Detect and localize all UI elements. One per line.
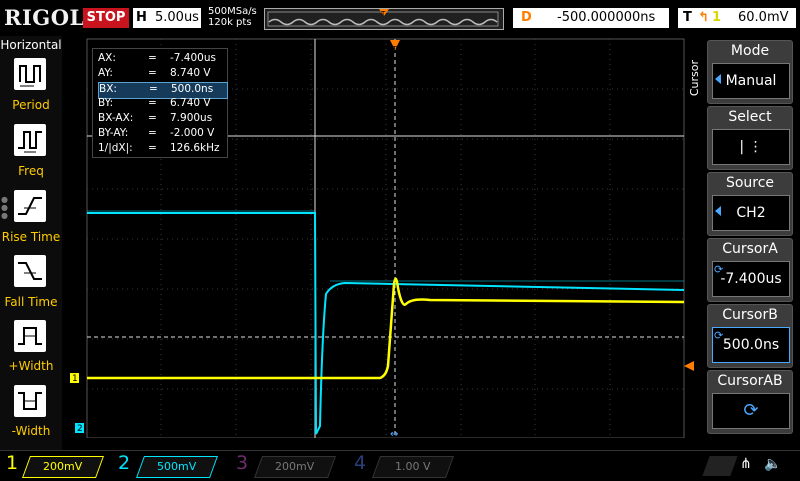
mode-button[interactable]: Mode Manual — [707, 40, 793, 104]
run-status-badge[interactable]: STOP — [83, 8, 129, 28]
cursor-a-title: CursorA — [722, 241, 778, 257]
readout-row-by-ay: BY-AY: = -2.000 V — [98, 127, 215, 139]
delay-value: -500.000000ns — [557, 10, 656, 25]
brand-logo: RIGOL — [4, 5, 85, 30]
cursor-ab-title: CursorAB — [717, 373, 783, 389]
ch4-scale: 1.00 V — [395, 460, 431, 473]
mode-title: Mode — [730, 43, 770, 59]
negative-width-label: -Width — [11, 424, 51, 438]
speaker-mute-icon: 🔈 — [764, 456, 782, 472]
readout-row-inverse-dx: 1/|dX|: = 126.6kHz — [98, 142, 220, 154]
ch4-number[interactable]: 4 — [354, 452, 366, 474]
cursor-b-button[interactable]: CursorB 500.0ns ⟳ — [707, 304, 793, 368]
timebase-label: H — [136, 10, 147, 25]
trigger-marker-label: T — [380, 10, 386, 18]
cursor-a-value: -7.400us — [712, 261, 790, 297]
source-value: CH2 — [712, 195, 790, 231]
period-button[interactable] — [14, 58, 46, 90]
ch3-scale: 200mV — [275, 460, 315, 473]
negative-width-icon — [18, 392, 42, 410]
mode-value: Manual — [712, 63, 790, 99]
positive-width-label: +Width — [8, 359, 54, 373]
readout-row-ay: AY: = 8.740 V — [98, 67, 211, 79]
period-icon — [19, 65, 41, 87]
trigger-level: 60.0mV — [738, 10, 789, 25]
select-title: Select — [728, 109, 772, 125]
delay-box[interactable]: D -500.000000ns — [513, 8, 669, 28]
usb-icon: ⋔ — [740, 456, 752, 472]
ch1-scale-box[interactable]: 200mV — [21, 456, 105, 478]
ch2-number[interactable]: 2 — [118, 452, 130, 474]
memory-depth: 120k pts — [208, 17, 252, 28]
ch3-scale-box[interactable]: 200mV — [253, 456, 337, 478]
rise-time-icon — [18, 197, 42, 215]
positive-width-icon — [18, 327, 42, 345]
cursor-ab-value: ⟳ — [712, 393, 790, 429]
fall-time-label: Fall Time — [4, 295, 58, 309]
readout-row-ax: AX: = -7.400us — [98, 52, 216, 64]
period-label: Period — [12, 98, 50, 112]
fall-time-icon — [18, 262, 42, 280]
ch1-marker-label: 1 — [72, 374, 78, 384]
ch2-scale-box[interactable]: 500mV — [135, 456, 219, 478]
ch2-scale: 500mV — [157, 460, 197, 473]
knob-icon: ⟳ — [743, 400, 759, 421]
knob-icon: ⟳ — [714, 263, 724, 276]
freq-button[interactable] — [14, 124, 46, 156]
freq-icon — [18, 131, 42, 153]
fall-time-button[interactable] — [14, 255, 46, 287]
cursor-ab-button[interactable]: CursorAB ⟳ — [707, 370, 793, 434]
cursor-b-value: 500.0ns — [712, 327, 790, 363]
rise-time-button[interactable] — [14, 190, 46, 222]
trigger-source: 1 — [712, 10, 722, 25]
knob-icon: ⟳ — [714, 329, 724, 342]
timebase-value: 5.00us — [155, 10, 199, 25]
rise-time-label: Rise Time — [1, 230, 61, 244]
timebase-box[interactable]: H 5.00us — [133, 8, 201, 28]
negative-width-button[interactable] — [14, 385, 46, 417]
cursor-a-button[interactable]: CursorA -7.400us ⟳ — [707, 238, 793, 302]
cursor-readout-panel: AX: = -7.400us AY: = 8.740 V BX: = 500.0ns BY:… — [92, 48, 228, 158]
ch4-scale-box[interactable]: 1.00 V — [371, 456, 455, 478]
freq-label: Freq — [18, 164, 44, 178]
ch3-number[interactable]: 3 — [236, 452, 248, 474]
delay-label: D — [521, 10, 532, 25]
select-value: | ⋮ — [712, 129, 790, 165]
cursor-b-title: CursorB — [722, 307, 778, 323]
memory-waveform-preview: T — [267, 9, 499, 27]
source-button[interactable]: Source CH2 — [707, 172, 793, 236]
trigger-label: T — [683, 10, 692, 25]
ch2-marker-label: 2 — [77, 424, 83, 434]
sample-rate: 500MSa/s — [208, 6, 257, 17]
panel-scroll-indicator: ● ● ● — [1, 195, 8, 220]
source-title: Source — [725, 175, 775, 191]
positive-width-button[interactable] — [14, 320, 46, 352]
left-arrow-icon — [715, 74, 721, 84]
trigger-box[interactable]: T ↰ 1 60.0mV — [678, 8, 796, 28]
select-button[interactable]: Select | ⋮ — [707, 106, 793, 170]
trigger-level-marker — [684, 361, 694, 371]
readout-row-by: BY: = 6.740 V — [98, 97, 211, 109]
readout-row-bx-ax: BX-AX: = 7.900us — [98, 112, 213, 124]
left-panel-title: Horizontal — [0, 38, 62, 52]
trigger-position-label: T — [391, 45, 397, 54]
ch1-number[interactable]: 1 — [6, 452, 18, 474]
left-arrow-icon — [715, 206, 721, 216]
cursor-b-marker: ↔ — [390, 429, 398, 438]
memory-overview[interactable]: T — [264, 8, 504, 30]
ch1-scale: 200mV — [43, 460, 83, 473]
menu-section-label: Cursor — [688, 60, 701, 97]
rising-edge-icon: ↰ — [698, 10, 709, 25]
